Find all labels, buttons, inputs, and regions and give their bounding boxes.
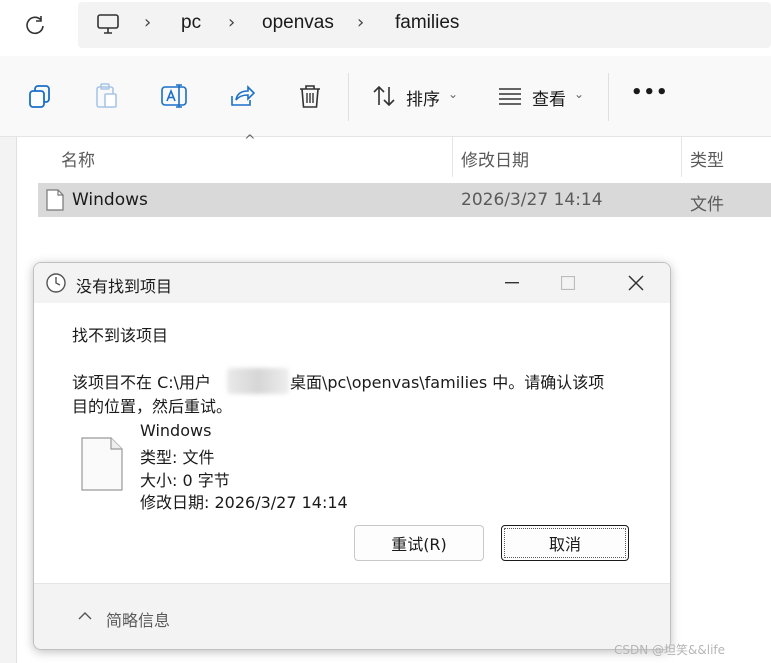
chevron-down-icon: ⌄ (448, 87, 459, 101)
chevron-down-icon: ⌄ (574, 87, 585, 101)
column-header-type[interactable]: 类型 (690, 146, 724, 171)
sort-label: 排序 (406, 90, 440, 110)
minimize-icon (505, 282, 519, 284)
file-modified: 2026/3/27 14:14 (461, 190, 603, 210)
refresh-icon[interactable] (24, 14, 46, 36)
rename-icon[interactable] (160, 82, 188, 110)
delete-icon[interactable] (296, 82, 324, 110)
navigation-pane[interactable] (0, 137, 17, 663)
clock-icon (46, 273, 66, 293)
copy-icon[interactable] (26, 82, 54, 110)
view-button[interactable]: 查看 ⌄ (494, 76, 594, 116)
view-label: 查看 (532, 90, 566, 110)
breadcrumb-item-openvas[interactable]: openvas (262, 12, 334, 34)
share-icon[interactable] (228, 82, 256, 110)
toolbar-divider (348, 73, 349, 121)
breadcrumb[interactable]: › pc › openvas › families (78, 2, 771, 48)
chevron-right-icon: › (228, 12, 236, 33)
dialog-title-bar[interactable]: 没有找到项目 (34, 263, 670, 303)
file-type: 文件 (690, 195, 724, 215)
fewer-details-label: 简略信息 (106, 611, 171, 630)
toolbar-divider (608, 73, 609, 121)
dialog-message-line2: 目的位置，然后重试。 (72, 397, 233, 416)
sort-ascending-icon: ^ (244, 133, 256, 149)
column-header-row: ^ 名称 修改日期 类型 (0, 133, 771, 177)
breadcrumb-item-pc[interactable]: pc (181, 12, 201, 34)
sort-button[interactable]: 排序 ⌄ (368, 76, 468, 116)
sort-icon (373, 85, 395, 107)
retry-button[interactable]: 重试(R) (354, 525, 484, 561)
file-detail-modified: 修改日期: 2026/3/27 14:14 (140, 493, 348, 512)
maximize-icon (561, 276, 575, 290)
file-name: Windows (72, 190, 148, 210)
more-options-button[interactable]: ••• (631, 82, 669, 103)
paste-icon[interactable] (92, 82, 120, 110)
maximize-button[interactable] (540, 263, 596, 303)
dialog-message-part1: 该项目不在 C:\用户 (72, 373, 212, 392)
breadcrumb-item-families[interactable]: families (395, 12, 459, 34)
view-icon (499, 88, 521, 105)
watermark: CSDN @坦笑&&life (614, 643, 726, 657)
redacted-username (227, 368, 289, 394)
column-header-modified[interactable]: 修改日期 (461, 146, 529, 171)
file-icon (81, 437, 123, 491)
file-icon (46, 189, 64, 211)
dialog-footer: 简略信息 (34, 583, 670, 649)
file-detail-name: Windows (140, 421, 212, 440)
close-icon (628, 275, 644, 291)
chevron-right-icon: › (144, 12, 152, 33)
computer-icon (97, 14, 119, 34)
chevron-up-icon (78, 612, 92, 620)
dialog-title: 没有找到项目 (76, 277, 173, 296)
cancel-button[interactable]: 取消 (501, 525, 629, 561)
address-bar: › pc › openvas › families (0, 0, 771, 56)
chevron-right-icon: › (357, 12, 365, 33)
column-header-name[interactable]: 名称 (61, 146, 95, 171)
close-button[interactable] (606, 263, 666, 303)
fewer-details-toggle[interactable]: 简略信息 (74, 602, 224, 632)
command-bar: 排序 ⌄ 查看 ⌄ ••• (0, 56, 771, 137)
item-not-found-dialog: 没有找到项目 找不到该项目 该项目不在 C:\用户 桌面\pc\openvas\… (33, 262, 671, 650)
minimize-button[interactable] (484, 263, 540, 303)
column-divider[interactable] (452, 137, 453, 177)
table-row[interactable]: Windows 2026/3/27 14:14 文件 (38, 183, 771, 217)
file-detail-size: 大小: 0 字节 (140, 471, 230, 490)
file-detail-type: 类型: 文件 (140, 448, 215, 467)
column-divider[interactable] (681, 137, 682, 177)
dialog-message-part2: 桌面\pc\openvas\families 中。请确认该项 (290, 373, 605, 392)
dialog-heading: 找不到该项目 (72, 326, 169, 345)
